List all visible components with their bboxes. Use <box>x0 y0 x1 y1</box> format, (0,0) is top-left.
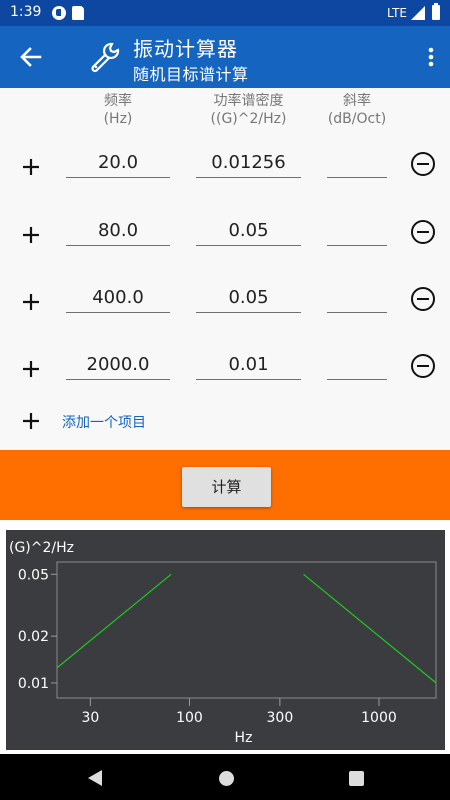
toolbar-title: 振动计算器 <box>133 37 238 61</box>
network-type: LTE <box>387 5 407 20</box>
table-row: 400.0 0.05 <box>0 279 450 329</box>
plus-icon[interactable] <box>18 289 44 315</box>
slope-input[interactable] <box>327 283 387 313</box>
system-nav-bar <box>0 754 450 800</box>
notification-app-icon <box>52 6 66 20</box>
table-row: 2000.0 0.01 <box>0 346 450 396</box>
psd-chart: (G)^2/Hz 0.01 0.02 0.05 30 100 300 1000 Hz <box>9 540 437 746</box>
series-line <box>56 573 172 669</box>
add-item-row[interactable]: 添加一个项目 <box>0 406 450 436</box>
more-vert-icon[interactable] <box>422 42 440 72</box>
x-axis-label: Hz <box>235 730 253 746</box>
battery-icon <box>432 3 440 20</box>
x-tick-label: 30 <box>81 710 99 726</box>
plot-frame <box>56 561 437 699</box>
slope-input[interactable] <box>327 148 387 178</box>
nav-back-icon[interactable] <box>88 770 102 786</box>
header-slope-label: 斜率 <box>343 93 371 109</box>
status-time: 1:39 <box>10 4 42 20</box>
header-psd-label: 功率谱密度 <box>213 93 284 109</box>
series-line <box>303 573 437 684</box>
spectrum-table: 频率 (Hz) 功率谱密度 ((G)^2/Hz) 斜率 (dB/Oct) 20.… <box>0 88 450 450</box>
header-psd: 功率谱密度 ((G)^2/Hz) <box>196 92 301 128</box>
x-tick-label: 1000 <box>361 710 397 726</box>
psd-input[interactable]: 0.01 <box>196 350 301 380</box>
nav-recents-icon[interactable] <box>349 771 364 786</box>
frequency-input[interactable]: 400.0 <box>66 283 170 313</box>
sd-card-icon <box>72 6 84 20</box>
slope-input[interactable] <box>327 216 387 246</box>
x-tick-label: 100 <box>176 710 203 726</box>
calculate-button[interactable]: 计算 <box>182 467 271 507</box>
signal-icon <box>411 5 425 20</box>
y-tick-label: 0.02 <box>18 629 49 645</box>
y-tick-label: 0.01 <box>18 676 49 692</box>
remove-circle-icon[interactable] <box>411 287 435 311</box>
header-frequency-label: 频率 <box>104 93 132 109</box>
y-tick-label: 0.05 <box>18 567 49 583</box>
plus-icon[interactable] <box>18 222 44 248</box>
psd-input[interactable]: 0.01256 <box>196 148 301 178</box>
frequency-input[interactable]: 2000.0 <box>66 350 170 380</box>
app-toolbar: 振动计算器 随机目标谱计算 <box>0 26 450 88</box>
plus-icon[interactable] <box>18 408 44 434</box>
arrow-left-icon[interactable] <box>16 42 46 72</box>
toolbar-subtitle: 随机目标谱计算 <box>133 65 249 84</box>
y-axis-label: (G)^2/Hz <box>9 540 74 556</box>
table-row: 80.0 0.05 <box>0 212 450 262</box>
chart-container: (G)^2/Hz 0.01 0.02 0.05 30 100 300 1000 Hz <box>0 520 450 754</box>
header-frequency-unit: (Hz) <box>103 111 133 127</box>
frequency-input[interactable]: 80.0 <box>66 216 170 246</box>
remove-circle-icon[interactable] <box>411 220 435 244</box>
x-tick-label: 300 <box>267 710 294 726</box>
nav-home-icon[interactable] <box>219 771 234 786</box>
status-notification-icons <box>52 6 84 20</box>
table-row: 20.0 0.01256 <box>0 144 450 194</box>
status-bar: 1:39 LTE <box>0 0 450 26</box>
header-slope: 斜率 (dB/Oct) <box>322 92 392 128</box>
remove-circle-icon[interactable] <box>411 354 435 378</box>
frequency-input[interactable]: 20.0 <box>66 148 170 178</box>
add-item-link[interactable]: 添加一个项目 <box>62 412 146 432</box>
plus-icon[interactable] <box>18 154 44 180</box>
wrench-icon <box>91 42 120 73</box>
plus-icon[interactable] <box>18 356 44 382</box>
remove-circle-icon[interactable] <box>411 152 435 176</box>
header-slope-unit: (dB/Oct) <box>327 111 387 127</box>
header-frequency: 频率 (Hz) <box>66 92 170 128</box>
psd-chart-panel: (G)^2/Hz 0.01 0.02 0.05 30 100 300 1000 Hz <box>6 530 445 750</box>
slope-input[interactable] <box>327 350 387 380</box>
header-psd-unit: ((G)^2/Hz) <box>210 111 287 127</box>
psd-input[interactable]: 0.05 <box>196 283 301 313</box>
psd-input[interactable]: 0.05 <box>196 216 301 246</box>
status-right-group: LTE <box>387 3 440 20</box>
